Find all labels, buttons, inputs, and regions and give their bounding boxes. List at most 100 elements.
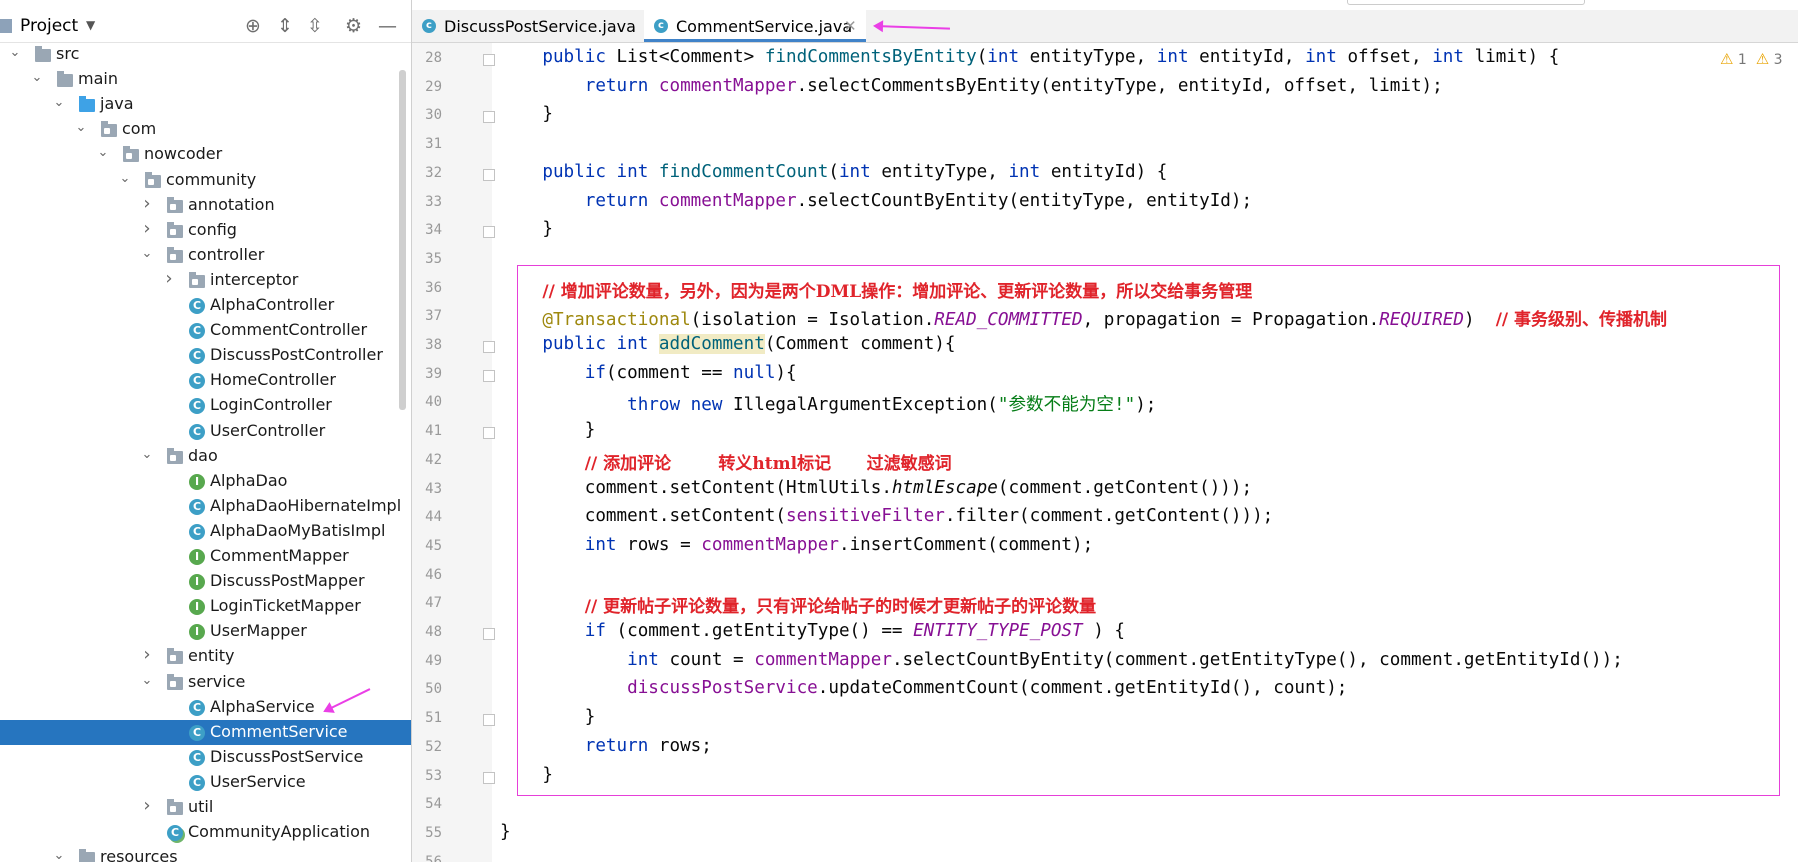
fold-marker-icon[interactable] (483, 427, 495, 440)
expand-all-icon[interactable]: ⇕ (277, 15, 293, 37)
tree-item[interactable]: ⌄ java (0, 92, 411, 117)
tree-item-label: entity (188, 646, 235, 666)
tree-item[interactable]: C CommentService (0, 719, 411, 745)
line-number: 28 (425, 50, 442, 66)
locate-icon[interactable]: ⊕ (245, 15, 261, 37)
class-icon: C (189, 348, 205, 365)
tree-item[interactable]: C UserController (0, 419, 411, 444)
chevron-down-icon[interactable]: ⌄ (118, 171, 132, 186)
chevron-right-icon[interactable]: › (140, 644, 154, 665)
tree-item[interactable]: ⌄ src (0, 42, 411, 67)
fold-marker-icon[interactable] (483, 168, 495, 181)
class-icon: C (189, 398, 205, 415)
tree-item-label: LoginController (210, 395, 332, 415)
chevron-down-icon[interactable]: ▼ (86, 18, 95, 32)
package-icon (145, 171, 161, 188)
tree-item[interactable]: I CommentMapper (0, 544, 411, 569)
project-tool-window: Project ▼ ⊕ ⇕ ⇳ ⚙ — ⌄ src ⌄ main ⌄ java ⌄ com ⌄ n… (0, 0, 412, 862)
package-icon (123, 146, 139, 163)
package-icon (167, 673, 183, 690)
tree-item-label: AlphaDao (210, 470, 288, 490)
tree-item[interactable]: C DiscussPostController (0, 343, 411, 368)
chevron-down-icon[interactable]: ⌄ (140, 447, 154, 462)
fold-marker-icon[interactable] (483, 111, 495, 124)
tree-item[interactable]: › util (0, 795, 411, 820)
line-number: 54 (425, 796, 442, 813)
gear-icon[interactable]: ⚙ (345, 15, 362, 37)
tree-item[interactable]: C HomeController (0, 368, 411, 393)
tree-item[interactable]: › annotation (0, 193, 411, 218)
tab-discusspostservice[interactable]: c DiscussPostService.java (412, 10, 644, 42)
tree-item[interactable]: I AlphaDao (0, 469, 411, 494)
fold-marker-icon[interactable] (483, 54, 495, 66)
tree-item[interactable]: › config (0, 218, 411, 243)
tree-item[interactable]: ⌄ dao (0, 444, 411, 469)
tree-item[interactable]: ⌄ nowcoder (0, 142, 411, 167)
tree-item-label: service (188, 671, 246, 691)
search-field[interactable] (1347, 0, 1585, 5)
tree-item[interactable]: I LoginTicketMapper (0, 594, 411, 619)
tree-item[interactable]: C DiscussPostService (0, 745, 411, 770)
chevron-down-icon[interactable]: ⌄ (52, 848, 66, 862)
tree-item-label: java (100, 94, 134, 114)
chevron-down-icon[interactable]: ⌄ (140, 246, 154, 261)
tree-item[interactable]: ⌄ controller (0, 243, 411, 268)
close-icon[interactable]: ✕ (844, 17, 857, 35)
tree-item[interactable]: ⌄ main (0, 67, 411, 92)
fold-marker-icon[interactable] (483, 226, 495, 239)
tree-item[interactable]: C CommentController (0, 318, 411, 343)
tree-item[interactable]: C LoginController (0, 393, 411, 418)
chevron-down-icon[interactable]: ⌄ (140, 673, 154, 688)
project-title[interactable]: Project (20, 16, 78, 36)
folder-icon (35, 46, 51, 62)
line-number: 56 (425, 853, 442, 862)
collapse-all-icon[interactable]: ⇳ (307, 15, 323, 37)
fold-marker-icon[interactable] (483, 714, 495, 727)
tree-item[interactable]: I UserMapper (0, 619, 411, 644)
tree-item[interactable]: C UserService (0, 770, 411, 795)
fold-marker-icon[interactable] (483, 771, 495, 784)
tree-item-label: src (56, 44, 80, 63)
fold-marker-icon[interactable] (483, 341, 495, 353)
line-number: 30 (425, 107, 442, 124)
line-number: 39 (425, 365, 442, 382)
inspection-widget[interactable]: ⚠ 1 ⚠ 3 (1720, 50, 1783, 68)
chevron-down-icon[interactable]: ⌄ (52, 95, 66, 110)
folder-icon (57, 71, 73, 88)
tree-item[interactable]: ⌄ service (0, 670, 411, 695)
minimize-icon[interactable]: — (378, 15, 397, 37)
chevron-down-icon[interactable]: ⌄ (74, 120, 88, 135)
tree-item[interactable]: C AlphaDaoMyBatisImpl (0, 519, 411, 544)
chevron-right-icon[interactable]: › (162, 268, 176, 289)
tree-item[interactable]: ⌄ com (0, 117, 411, 142)
project-header: Project ▼ ⊕ ⇕ ⇳ ⚙ — (0, 10, 411, 43)
chevron-down-icon[interactable]: ⌄ (30, 70, 44, 85)
tree-item-label: AlphaDaoHibernateImpl (210, 495, 402, 515)
class-icon: C (189, 774, 205, 791)
line-number: 41 (425, 423, 442, 440)
interface-icon: I (189, 599, 205, 616)
annotation-box (517, 265, 1780, 796)
tree-item-label: dao (188, 445, 218, 465)
chevron-right-icon[interactable]: › (140, 795, 154, 816)
tree-item[interactable]: ⌄ resources (0, 845, 411, 862)
line-number: 53 (425, 767, 442, 784)
tree-item[interactable]: C AlphaDaoHibernateImpl (0, 494, 411, 519)
tree-item[interactable]: I DiscussPostMapper (0, 569, 411, 594)
line-number: 31 (425, 136, 442, 153)
fold-marker-icon[interactable] (483, 628, 495, 640)
tree-item[interactable]: ⌄ community (0, 168, 411, 193)
chevron-down-icon[interactable]: ⌄ (8, 45, 22, 60)
scrollbar[interactable] (399, 70, 406, 410)
tree-item[interactable]: › interceptor (0, 268, 411, 293)
tree-item[interactable]: › entity (0, 644, 411, 669)
tree-item[interactable]: C AlphaController (0, 293, 411, 318)
chevron-down-icon[interactable]: ⌄ (96, 145, 110, 160)
tab-commentservice[interactable]: c CommentService.java ✕ (644, 10, 866, 42)
fold-marker-icon[interactable] (483, 369, 495, 382)
chevron-right-icon[interactable]: › (140, 218, 154, 239)
tree-item[interactable]: C CommunityApplication (0, 820, 411, 845)
tree-item-label: UserController (210, 420, 326, 440)
weak-warning-icon: ⚠ (1755, 50, 1770, 68)
chevron-right-icon[interactable]: › (140, 193, 154, 214)
